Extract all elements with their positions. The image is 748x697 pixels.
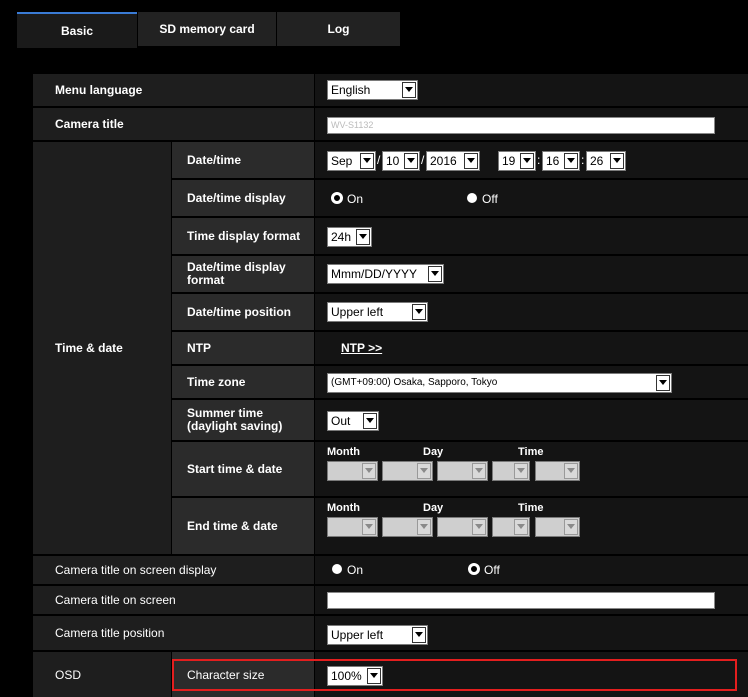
chevron-down-icon (472, 519, 486, 535)
chevron-down-icon (564, 463, 578, 479)
character-size-highlight (172, 659, 737, 691)
end-day-label: Day (423, 502, 444, 514)
chevron-down-icon (402, 82, 416, 98)
start-week-select[interactable] (382, 461, 433, 481)
chevron-down-icon (464, 153, 478, 169)
camera-title-osd-on-radio[interactable] (332, 564, 342, 574)
start-minute-select[interactable] (535, 461, 580, 481)
camera-title-label: Camera title (33, 108, 314, 140)
datetime-display-format-label: Date/time display format (172, 256, 314, 292)
time-display-format-label: Time display format (172, 218, 314, 254)
camera-title-position-select[interactable]: Upper left (327, 625, 428, 645)
year-select[interactable]: 2016 (426, 151, 480, 171)
chevron-down-icon (417, 519, 431, 535)
time-display-format-cell (315, 218, 748, 254)
datetime-display-format-select[interactable]: Mmm/DD/YYYY (327, 264, 444, 284)
datetime-display-off-label: Off (482, 192, 498, 206)
datetime-label: Date/time (172, 142, 314, 178)
menu-language-select[interactable]: English (327, 80, 418, 100)
time-zone-select[interactable]: (GMT+09:00) Osaka, Sapporo, Tokyo (327, 373, 672, 393)
date-separator: / (377, 153, 381, 167)
camera-title-position-label: Camera title position (33, 616, 314, 650)
camera-title-on-screen-label: Camera title on screen (33, 586, 314, 614)
end-month-select[interactable] (327, 517, 378, 537)
end-minute-select[interactable] (535, 517, 580, 537)
end-time-label: Time (518, 502, 544, 514)
datetime-display-on-radio[interactable] (332, 193, 342, 203)
chevron-down-icon (656, 375, 670, 391)
time-separator: : (537, 153, 541, 167)
chevron-down-icon (362, 519, 376, 535)
chevron-down-icon (412, 304, 426, 320)
minute-select[interactable]: 16 (542, 151, 580, 171)
start-month-label: Month (327, 446, 360, 458)
day-select[interactable]: 10 (382, 151, 420, 171)
datetime-display-label: Date/time display (172, 180, 314, 216)
chevron-down-icon (417, 463, 431, 479)
ntp-link[interactable]: NTP >> (341, 341, 382, 355)
chevron-down-icon (610, 153, 624, 169)
end-day-select[interactable] (437, 517, 488, 537)
chevron-down-icon (360, 153, 374, 169)
chevron-down-icon (520, 153, 534, 169)
second-select[interactable]: 26 (586, 151, 626, 171)
camera-title-osd-label: Camera title on screen display (33, 556, 314, 584)
chevron-down-icon (362, 463, 376, 479)
end-time-date-label: End time & date (172, 498, 314, 554)
tab-basic[interactable]: Basic (17, 12, 137, 48)
chevron-down-icon (363, 413, 377, 429)
summer-time-label: Summer time (daylight saving) (172, 400, 314, 440)
start-time-date-label: Start time & date (172, 442, 314, 496)
chevron-down-icon (404, 153, 418, 169)
camera-title-osd-off-radio[interactable] (469, 564, 479, 574)
camera-title-input[interactable]: WV-S1132 (327, 117, 715, 134)
chevron-down-icon (412, 627, 426, 643)
start-hour-select[interactable] (492, 461, 530, 481)
camera-title-osd-cell (315, 556, 748, 584)
time-display-format-select[interactable]: 24h (327, 227, 372, 247)
end-hour-select[interactable] (492, 517, 530, 537)
start-day-select[interactable] (437, 461, 488, 481)
tab-log[interactable]: Log (277, 12, 400, 46)
summer-time-cell (315, 400, 748, 440)
ntp-label: NTP (172, 332, 314, 364)
chevron-down-icon (356, 229, 370, 245)
datetime-position-label: Date/time position (172, 294, 314, 330)
summer-time-select[interactable]: Out (327, 411, 379, 431)
start-month-select[interactable] (327, 461, 378, 481)
osd-label: OSD (33, 652, 171, 697)
time-separator: : (581, 153, 585, 167)
menu-language-label: Menu language (33, 74, 314, 106)
chevron-down-icon (564, 519, 578, 535)
month-select[interactable]: Sep (327, 151, 376, 171)
chevron-down-icon (472, 463, 486, 479)
camera-title-osd-off-label: Off (484, 563, 500, 577)
chevron-down-icon (514, 519, 528, 535)
datetime-display-on-label: On (347, 192, 364, 206)
chevron-down-icon (428, 266, 442, 282)
start-time-label: Time (518, 446, 544, 458)
end-month-label: Month (327, 502, 360, 514)
date-separator: / (421, 153, 425, 167)
end-week-select[interactable] (382, 517, 433, 537)
camera-title-osd-on-label: On (347, 563, 364, 577)
chevron-down-icon (514, 463, 528, 479)
time-date-group-label: Time & date (33, 142, 171, 554)
camera-title-on-screen-input[interactable] (327, 592, 715, 609)
datetime-position-select[interactable]: Upper left (327, 302, 428, 322)
start-day-label: Day (423, 446, 444, 458)
tab-sd-memory-card[interactable]: SD memory card (138, 12, 276, 46)
time-zone-label: Time zone (172, 366, 314, 398)
chevron-down-icon (564, 153, 578, 169)
hour-select[interactable]: 19 (498, 151, 536, 171)
datetime-display-cell (315, 180, 748, 216)
datetime-display-off-radio[interactable] (467, 193, 477, 203)
